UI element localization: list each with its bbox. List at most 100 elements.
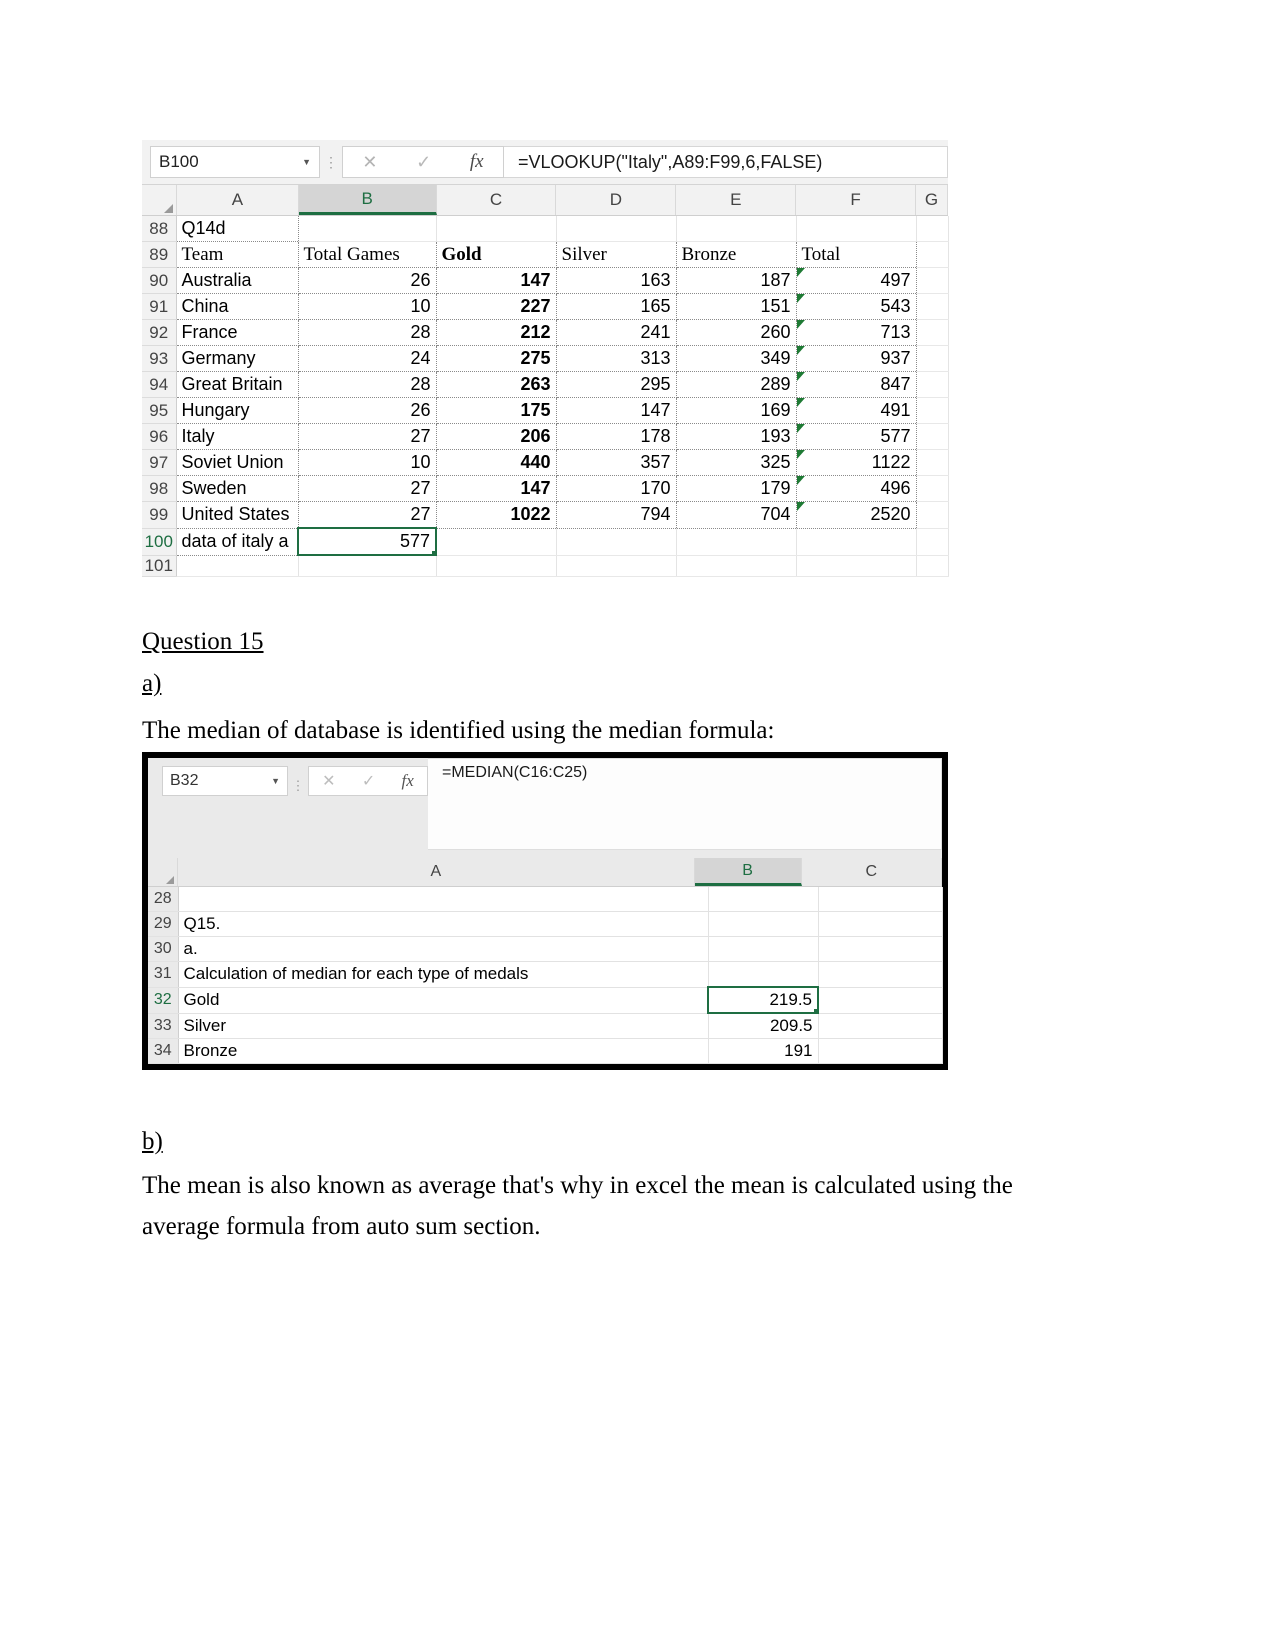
column-header-d[interactable]: D [556,185,677,215]
cell-b97[interactable]: 10 [298,449,437,476]
cell-f90[interactable]: 497 [796,267,917,294]
cell-c100[interactable] [436,528,557,556]
cell-b96[interactable]: 27 [298,423,437,450]
row-header-101[interactable]: 101 [142,555,177,577]
cell-a34[interactable]: Bronze [178,1038,709,1064]
cell-e90[interactable]: 187 [676,267,797,294]
name-box-bottom[interactable]: B32 ▼ [162,766,288,796]
row-header-30[interactable]: 30 [148,936,179,962]
cell-b101[interactable] [298,555,437,577]
cell-c101[interactable] [436,555,557,577]
cell-g99[interactable] [916,501,949,529]
cell-g92[interactable] [916,319,949,346]
cell-a95[interactable]: Hungary [176,397,299,424]
cell-e96[interactable]: 193 [676,423,797,450]
formula-input-bottom[interactable]: =MEDIAN(C16:C25) [428,758,942,850]
cell-c33[interactable] [818,1013,943,1039]
row-header-98[interactable]: 98 [142,475,177,502]
cell-f88[interactable] [796,216,917,242]
cell-f89[interactable]: Total [796,241,917,268]
cell-c30[interactable] [818,936,943,962]
cell-f100[interactable] [796,528,917,556]
cell-b33[interactable]: 209.5 [708,1013,819,1039]
cell-c89[interactable]: Gold [436,241,557,268]
chevron-down-icon-bottom[interactable]: ▼ [271,776,280,786]
cell-a101[interactable] [176,555,299,577]
cell-d99[interactable]: 794 [556,501,677,529]
cell-f92[interactable]: 713 [796,319,917,346]
cell-c32[interactable] [818,987,943,1014]
cell-c88[interactable] [436,216,557,242]
cancel-icon[interactable]: ✕ [362,152,377,173]
column-header-a-bottom[interactable]: A [178,858,695,886]
cell-a98[interactable]: Sweden [176,475,299,502]
cell-e92[interactable]: 260 [676,319,797,346]
formula-input[interactable]: =VLOOKUP("Italy",A89:F99,6,FALSE) [504,146,948,178]
cell-d101[interactable] [556,555,677,577]
row-header-88[interactable]: 88 [142,216,177,242]
cell-b94[interactable]: 28 [298,371,437,398]
column-header-a[interactable]: A [177,185,299,215]
cell-g101[interactable] [916,555,949,577]
cell-e100[interactable] [676,528,797,556]
column-header-g[interactable]: G [916,185,948,215]
cell-g97[interactable] [916,449,949,476]
cell-b30[interactable] [708,936,819,962]
cell-f93[interactable]: 937 [796,345,917,372]
cell-e93[interactable]: 349 [676,345,797,372]
cell-d89[interactable]: Silver [556,241,677,268]
row-header-34[interactable]: 34 [148,1038,179,1064]
cell-e89[interactable]: Bronze [676,241,797,268]
cell-g88[interactable] [916,216,949,242]
cell-a96[interactable]: Italy [176,423,299,450]
cell-g95[interactable] [916,397,949,424]
select-all-corner-bottom[interactable] [148,858,179,886]
cell-c31[interactable] [818,961,943,988]
column-header-c[interactable]: C [437,185,557,215]
cell-a91[interactable]: China [176,293,299,320]
row-header-96[interactable]: 96 [142,423,177,450]
cell-d90[interactable]: 163 [556,267,677,294]
cell-c96[interactable]: 206 [436,423,557,450]
name-box[interactable]: B100 ▼ [150,146,320,178]
cell-d93[interactable]: 313 [556,345,677,372]
cell-d91[interactable]: 165 [556,293,677,320]
cell-a33[interactable]: Silver [178,1013,709,1039]
cell-f99[interactable]: 2520 [796,501,917,529]
cell-b88[interactable] [298,216,437,242]
row-header-94[interactable]: 94 [142,371,177,398]
cell-e99[interactable]: 704 [676,501,797,529]
cell-f94[interactable]: 847 [796,371,917,398]
column-header-e[interactable]: E [676,185,797,215]
cell-c98[interactable]: 147 [436,475,557,502]
row-header-32[interactable]: 32 [148,987,179,1014]
cell-e91[interactable]: 151 [676,293,797,320]
cell-b95[interactable]: 26 [298,397,437,424]
cell-c94[interactable]: 263 [436,371,557,398]
cell-g96[interactable] [916,423,949,450]
cell-a99[interactable]: United States [176,501,299,529]
cell-e95[interactable]: 169 [676,397,797,424]
column-header-f[interactable]: F [796,185,916,215]
cell-b28[interactable] [708,887,819,912]
cell-e101[interactable] [676,555,797,577]
cell-c93[interactable]: 275 [436,345,557,372]
cell-d92[interactable]: 241 [556,319,677,346]
cell-g94[interactable] [916,371,949,398]
row-header-92[interactable]: 92 [142,319,177,346]
row-header-33[interactable]: 33 [148,1013,179,1039]
cell-c99[interactable]: 1022 [436,501,557,529]
cell-g91[interactable] [916,293,949,320]
insert-function-icon[interactable]: fx [470,151,484,173]
cell-a100[interactable]: data of italy a [176,528,299,556]
cell-a89[interactable]: Team [176,241,299,268]
cell-b89[interactable]: Total Games [298,241,437,268]
row-header-28[interactable]: 28 [148,887,179,912]
cell-e94[interactable]: 289 [676,371,797,398]
cell-b92[interactable]: 28 [298,319,437,346]
cell-g89[interactable] [916,241,949,268]
select-all-corner[interactable] [142,185,177,215]
cell-d94[interactable]: 295 [556,371,677,398]
cell-b99[interactable]: 27 [298,501,437,529]
cell-a97[interactable]: Soviet Union [176,449,299,476]
